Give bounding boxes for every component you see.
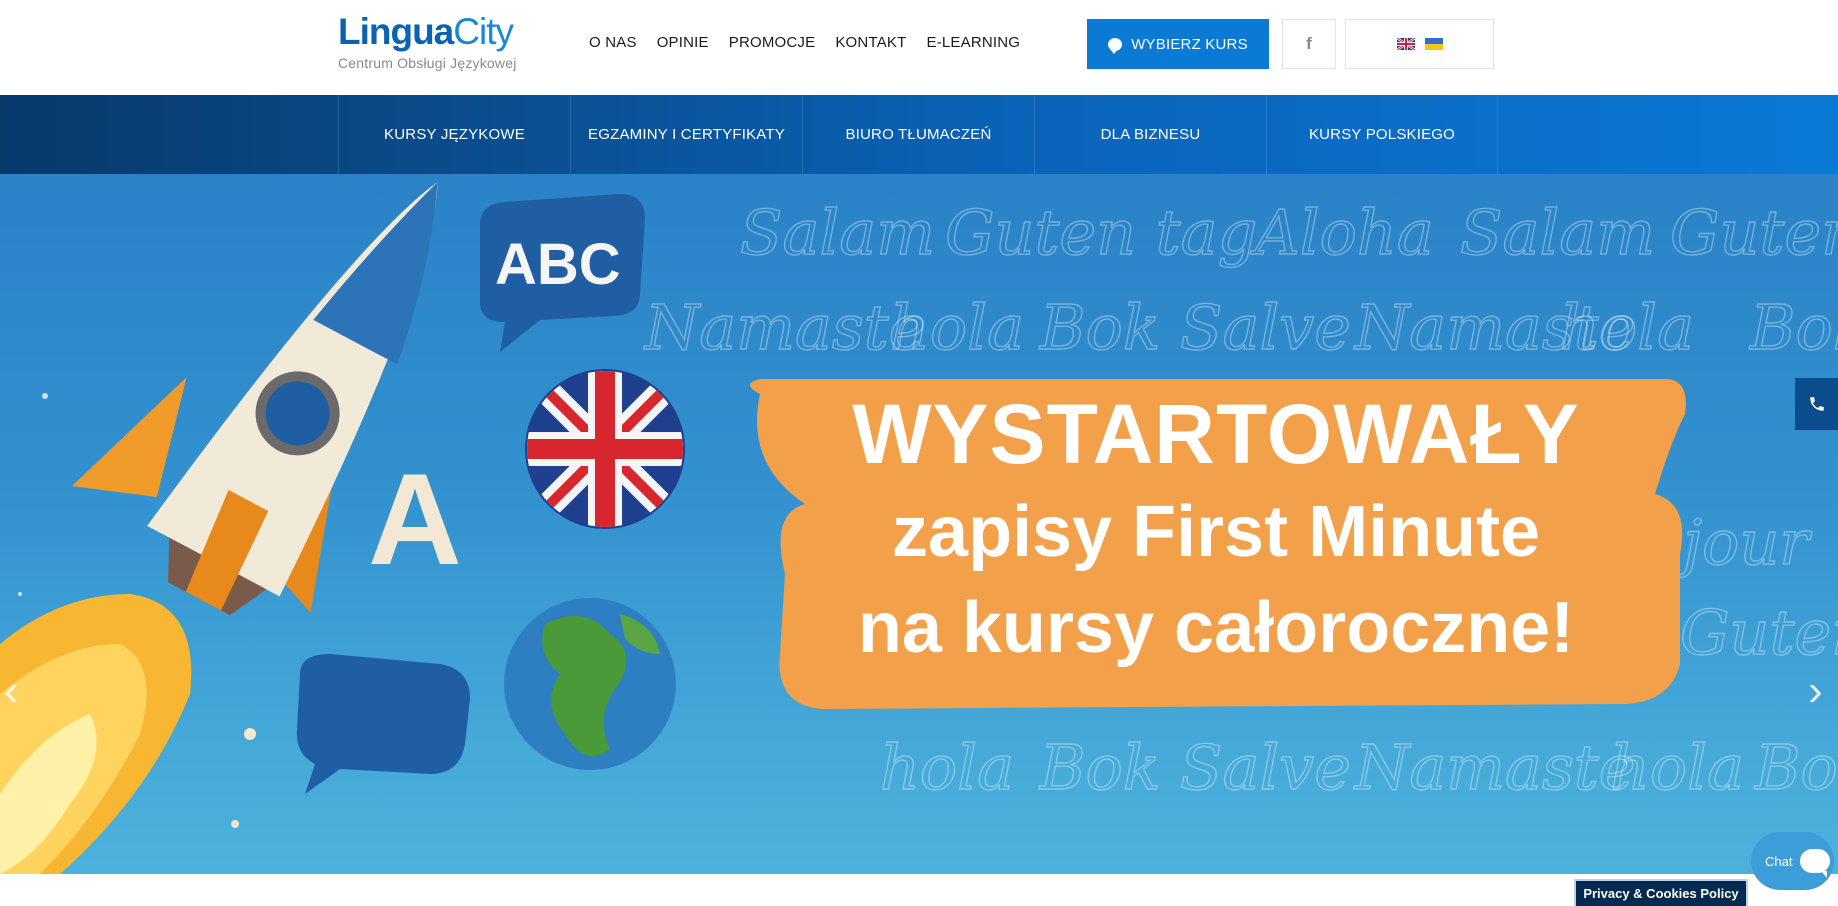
facebook-button[interactable]: f [1282,19,1336,69]
menu-item-kursy-jezykowe[interactable]: KURSY JĘZYKOWE [338,95,570,174]
chat-icon [1108,37,1123,54]
speech-bubble [296,654,470,794]
globe [504,598,676,770]
logo-subtitle: Centrum Obsługi Językowej [338,55,517,71]
hero-slider: Salam Guten tag Aloha Salam Guten Namast… [0,174,1838,874]
main-navigation: KURSY JĘZYKOWE EGZAMINY I CERTYFIKATY BI… [0,95,1838,174]
bg-word: Namaste [1353,731,1635,804]
bg-word: hola [880,731,1014,804]
menu-item-dla-biznesu[interactable]: DLA BIZNESU [1034,95,1266,174]
bg-word: Guten [1680,596,1838,669]
hero-headline-line1: WYSTARTOWAŁY [852,387,1580,481]
choose-course-label: WYBIERZ KURS [1131,35,1248,53]
bg-word: Salve [1180,291,1351,364]
chat-icon [1800,849,1831,878]
privacy-policy-button[interactable]: Privacy & Cookies Policy [1574,879,1748,906]
chat-label: Chat [1765,853,1793,869]
abc-bubble: ABC [480,194,645,352]
uk-badge [525,369,685,529]
bg-word: Salve [1180,731,1351,804]
logo-text: LinguaCity [338,11,514,52]
menu-item-egzaminy[interactable]: EGZAMINY I CERTYFIKATY [570,95,802,174]
ua-flag-icon[interactable] [1424,38,1443,50]
en-flag-icon[interactable] [1396,38,1415,50]
bg-word: Namaste [643,291,925,364]
menu-item-biuro-tlumaczen[interactable]: BIURO TŁUMACZEŃ [802,95,1034,174]
hero-headline-line3: na kursy całoroczne! [857,588,1575,668]
phone-icon [1809,397,1824,411]
bg-word: Guten tag [945,196,1257,269]
slider-next-arrow[interactable]: › [1808,669,1823,713]
top-navigation: O NAS OPINIE PROMOCJE KONTAKT E-LEARNING [589,34,1020,51]
bg-word: Guten [1670,196,1838,269]
choose-course-button[interactable]: WYBIERZ KURS [1087,19,1269,69]
nav-link-e-learning[interactable]: E-LEARNING [926,34,1020,51]
nav-link-kontakt[interactable]: KONTAKT [835,34,906,51]
language-switcher [1345,19,1494,69]
top-header: LinguaCity Centrum Obsługi Językowej O N… [0,0,1838,95]
bg-word: hola [1610,731,1744,804]
facebook-icon: f [1306,34,1312,53]
slider-prev-arrow[interactable]: ‹ [4,669,19,713]
nav-link-promocje[interactable]: PROMOCJE [729,34,816,51]
bg-word: Salam [740,196,935,269]
bg-word: Bok [1749,291,1838,364]
bg-word: Salam [1460,196,1655,269]
bg-word: hola [890,291,1024,364]
abc-text: ABC [495,232,621,297]
hero-headline-line2: zapisy First Minute [891,492,1541,572]
chat-widget[interactable]: Chat [1751,832,1834,890]
bg-word: Aloha [1250,196,1434,269]
hero-headline: WYSTARTOWAŁY zapisy First Minute na kurs… [756,384,1676,676]
bg-word: Bok [1039,291,1160,364]
menu-item-kursy-polskiego[interactable]: KURSY POLSKIEGO [1266,95,1498,174]
nav-link-o-nas[interactable]: O NAS [589,34,637,51]
logo[interactable]: LinguaCity Centrum Obsługi Językowej [338,11,517,72]
nav-link-opinie[interactable]: OPINIE [657,34,709,51]
bg-word: Bok [1039,731,1160,804]
bg-word: hola [1560,291,1694,364]
phone-button[interactable] [1795,378,1838,430]
bg-word: Bok [1754,731,1838,804]
letter-a: A [368,446,462,592]
